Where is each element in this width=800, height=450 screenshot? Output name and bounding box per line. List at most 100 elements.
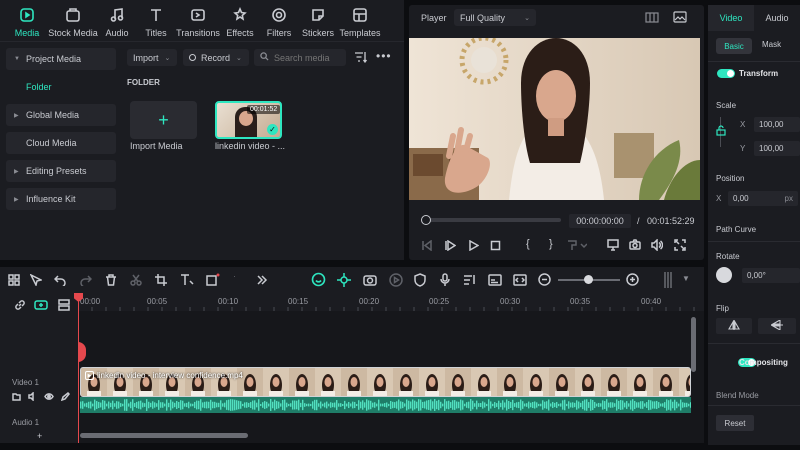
sidebar-item-influence-kit[interactable]: ▶ Influence Kit — [6, 188, 116, 210]
select-tool-icon[interactable] — [29, 273, 44, 288]
subtab-mask[interactable]: Mask — [762, 40, 781, 49]
zoom-slider-handle[interactable] — [584, 275, 593, 284]
divider — [708, 61, 800, 62]
tab-audio-props[interactable]: Audio — [754, 5, 800, 31]
auto-ripple-icon[interactable] — [363, 273, 377, 289]
progress-track[interactable] — [421, 218, 561, 222]
add-track-icon[interactable] — [34, 299, 48, 313]
position-x-input[interactable]: 0,00 px — [728, 191, 798, 206]
split-screen-icon[interactable] — [513, 273, 527, 289]
subtab-basic[interactable]: Basic — [716, 38, 752, 54]
grid-view-icon[interactable] — [645, 12, 659, 25]
layout-icon[interactable] — [8, 274, 20, 288]
tab-label: Audio — [105, 28, 129, 38]
import-dropdown[interactable]: Import ⌄ — [127, 49, 177, 66]
tab-effects[interactable]: Effects — [220, 0, 260, 38]
volume-icon[interactable] — [651, 238, 664, 253]
scale-y-input[interactable]: 100,00 — [754, 141, 800, 156]
previous-frame-icon[interactable] — [421, 239, 432, 253]
text-tool-icon[interactable] — [180, 273, 194, 288]
quality-dropdown[interactable]: Full Quality ⌄ — [454, 9, 536, 26]
track-visibility-icon[interactable] — [44, 392, 54, 403]
crop-icon[interactable] — [155, 274, 167, 288]
redo-icon[interactable] — [80, 274, 93, 288]
media-clip-thumbnail[interactable]: 00:01:52 ✓ — [215, 101, 282, 139]
ruler-label: 00:40 — [641, 297, 662, 306]
current-time[interactable]: 00:00:00:00 — [569, 214, 631, 228]
progress-handle[interactable] — [421, 215, 431, 225]
camera-icon[interactable] — [629, 239, 641, 253]
player-controls: { } — [421, 238, 701, 253]
import-media-tile[interactable]: + — [130, 101, 197, 139]
tab-stock-media[interactable]: Stock Media — [48, 0, 98, 38]
play-circle-icon[interactable] — [389, 273, 403, 289]
sidebar-item-folder[interactable]: Folder — [6, 76, 116, 98]
mark-out-icon[interactable]: } — [549, 238, 553, 250]
tab-titles[interactable]: Titles — [136, 0, 176, 38]
chevron-down-icon[interactable]: ▼ — [682, 274, 690, 283]
effects-icon — [232, 6, 248, 25]
snap-icon[interactable] — [337, 273, 351, 289]
track-manager-icon[interactable] — [58, 299, 70, 313]
subtitle-icon[interactable] — [488, 273, 502, 289]
lock-icon[interactable] — [716, 125, 726, 138]
play-icon[interactable] — [468, 239, 480, 253]
sidebar-item-project-media[interactable]: ▼ Project Media — [6, 48, 116, 70]
horizontal-scrollbar[interactable] — [80, 433, 248, 438]
playhead-line[interactable] — [78, 297, 79, 443]
vertical-scrollbar[interactable] — [691, 317, 696, 372]
tab-stickers[interactable]: Stickers — [298, 0, 338, 38]
stop-icon[interactable] — [490, 240, 501, 253]
zoom-out-icon[interactable] — [538, 273, 551, 288]
tab-media[interactable]: Media — [6, 0, 48, 38]
sidebar-item-global-media[interactable]: ▶ Global Media — [6, 104, 116, 126]
mark-in-icon[interactable]: { — [526, 238, 530, 250]
tab-templates[interactable]: Templates — [338, 0, 382, 38]
audio-waveform[interactable] — [80, 397, 691, 413]
rotate-dial[interactable] — [716, 267, 732, 283]
reset-button[interactable]: Reset — [716, 415, 754, 431]
track-volume-icon[interactable] — [28, 391, 37, 403]
more-options-icon[interactable]: ••• — [376, 49, 392, 63]
track-folder-icon[interactable] — [12, 392, 21, 403]
path-curve-label: Path Curve — [716, 225, 757, 234]
sidebar-item-cloud-media[interactable]: Cloud Media — [6, 132, 116, 154]
marker-icon[interactable] — [567, 240, 588, 253]
snapshot-view-icon[interactable] — [673, 11, 687, 25]
tab-label: Filters — [266, 28, 292, 38]
tab-audio[interactable]: Audio — [98, 0, 136, 38]
scale-x-input[interactable]: 100,00 — [754, 117, 800, 132]
shape-tool-icon[interactable] — [206, 273, 220, 288]
microphone-icon[interactable] — [439, 273, 451, 289]
track-edit-icon[interactable] — [60, 391, 71, 403]
record-dropdown[interactable]: Record ⌄ — [183, 49, 249, 66]
tab-filters[interactable]: Filters — [260, 0, 298, 38]
rotate-input[interactable]: 0,00° — [742, 268, 800, 283]
delete-icon[interactable] — [105, 274, 117, 288]
search-box — [254, 49, 346, 66]
flip-horizontal-button[interactable] — [716, 318, 752, 334]
flip-vertical-button[interactable] — [758, 318, 796, 334]
undo-icon[interactable] — [53, 274, 66, 288]
timeline-video-clip[interactable]: ▶ linkedin video - interview confidence.… — [80, 367, 691, 397]
shield-icon[interactable] — [414, 273, 426, 289]
tab-transitions[interactable]: Transitions — [176, 0, 220, 38]
tab-video[interactable]: Video — [708, 5, 754, 31]
sidebar-item-editing-presets[interactable]: ▶ Editing Presets — [6, 160, 116, 182]
fullscreen-icon[interactable] — [674, 239, 686, 253]
search-input[interactable] — [274, 52, 336, 63]
play-step-icon[interactable] — [445, 239, 457, 253]
ai-mode-icon[interactable] — [311, 272, 326, 289]
add-audio-track-icon[interactable]: + — [37, 431, 42, 441]
display-icon[interactable] — [607, 239, 619, 253]
grid-columns-icon[interactable] — [663, 271, 673, 291]
scissors-icon[interactable] — [130, 274, 142, 288]
transform-toggle[interactable] — [717, 69, 735, 78]
link-icon[interactable] — [14, 299, 26, 313]
video-preview[interactable] — [409, 38, 700, 200]
time-ruler[interactable]: 00:00 00:05 00:10 00:15 00:20 00:25 00:3… — [78, 293, 704, 311]
filter-icon[interactable] — [354, 51, 368, 65]
audio-edit-icon[interactable] — [463, 273, 477, 289]
more-tools-icon[interactable] — [256, 274, 268, 288]
zoom-in-icon[interactable] — [626, 273, 639, 288]
